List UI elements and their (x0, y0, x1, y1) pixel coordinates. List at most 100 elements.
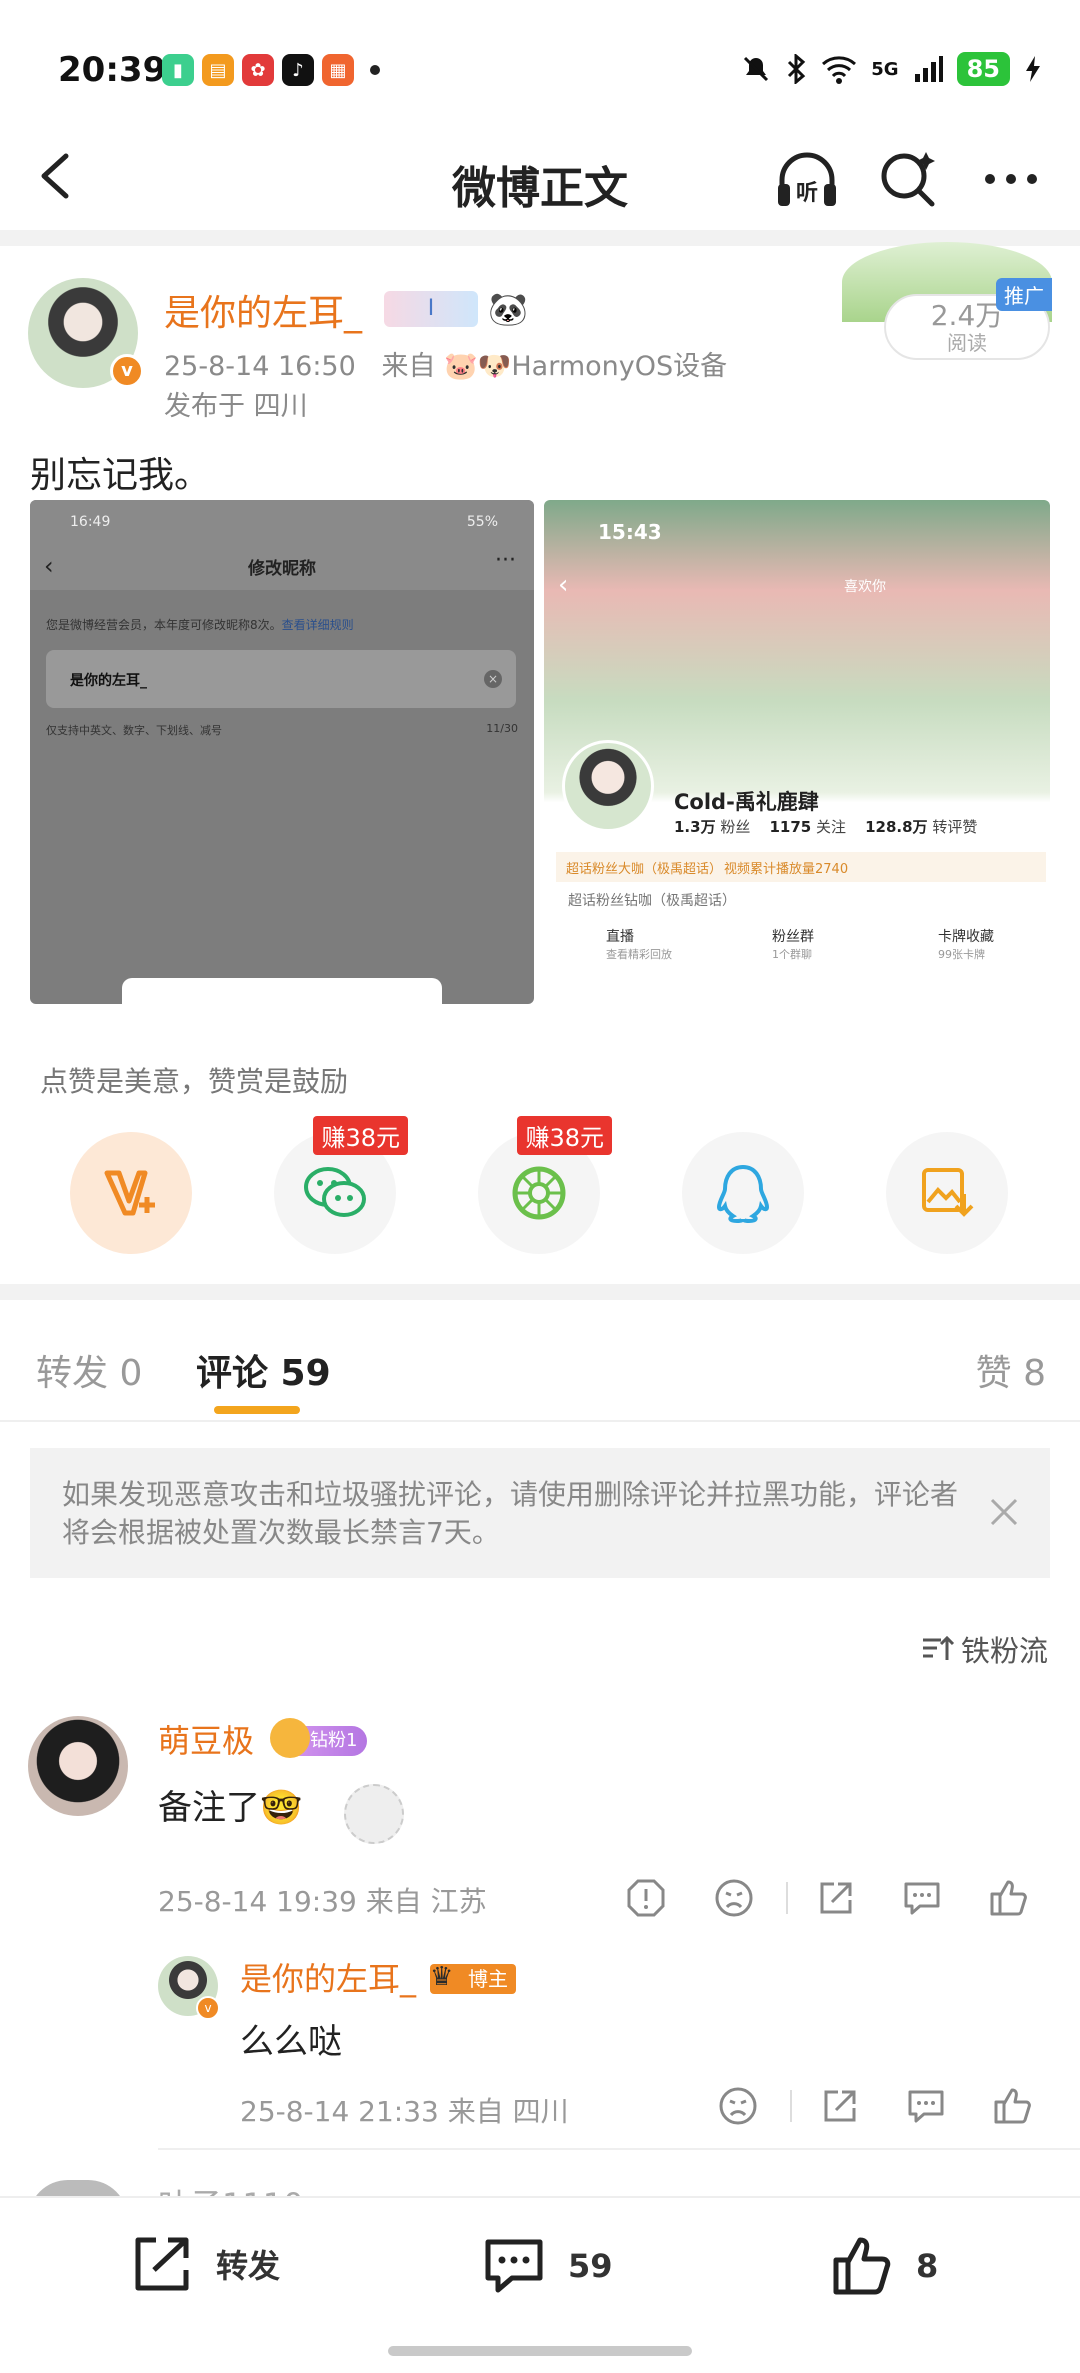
image2-cell: 直播 查看精彩回放 (606, 926, 672, 962)
action-separator (786, 1882, 788, 1914)
reply-name[interactable]: 是你的左耳_ (240, 1954, 416, 2000)
save-image-icon (922, 1168, 974, 1217)
image2-cell: 粉丝群 1个群聊 (772, 926, 814, 962)
reward-text: 点赞是美意，赞赏是鼓励 (40, 1065, 349, 1098)
image1-input-value: 是你的左耳_ (70, 673, 147, 689)
earn-tag: 赚38元 (517, 1116, 612, 1155)
fan-crown-icon (270, 1718, 310, 1758)
mute-icon (744, 56, 769, 82)
sort-icon (922, 1635, 955, 1660)
post-image-2[interactable]: 15:43 ‹ 喜欢你 Cold-禹礼鹿肆 1.3万 粉丝 1175 关注 12… (544, 500, 1050, 1004)
search-icon[interactable] (874, 144, 944, 214)
reply-icon[interactable] (906, 2086, 946, 2126)
comment-meta: 25-8-14 19:39 来自 江苏 (158, 1885, 487, 1918)
author-username[interactable]: 是你的左耳_ (164, 284, 362, 336)
vip-tag[interactable]: I (384, 291, 478, 327)
reply-icon[interactable] (902, 1878, 942, 1918)
save-image-button[interactable] (886, 1132, 1008, 1254)
share-icon[interactable] (816, 1878, 856, 1918)
svg-text:听: 听 (796, 181, 818, 206)
thumb-up-icon (833, 2237, 891, 2295)
notification-icons: ▮ ▤ ✿ ♪ ▦ (162, 54, 380, 86)
moments-icon (512, 1166, 566, 1220)
commenter-name[interactable]: 萌豆极 (158, 1716, 254, 1762)
reward-row: 赚38元 赚38元 (0, 1116, 1080, 1256)
tab-bar: 转发 0 评论 59 赞 8 (0, 1300, 1080, 1420)
panda-icon: 🐼 (488, 290, 528, 328)
image1-clear-icon: × (484, 670, 502, 688)
fan-badge[interactable]: 钻粉1 (270, 1718, 368, 1758)
home-indicator[interactable] (388, 2346, 692, 2356)
divider (0, 1420, 1080, 1422)
author-avatar[interactable]: v (28, 278, 144, 388)
nav-bar: 微博正文 听 (0, 130, 1080, 230)
qq-icon (716, 1164, 770, 1224)
tab-repost[interactable]: 转发 0 (36, 1344, 142, 1396)
share-wechat-button[interactable]: 赚38元 (274, 1116, 408, 1254)
dislike-face-icon[interactable] (718, 2086, 758, 2126)
post-image-1[interactable]: 16:49 55% ‹ 修改昵称 ··· 您是微博经营会员，本年度可修改昵称8次… (30, 500, 534, 1004)
tab-comment[interactable]: 评论 59 (196, 1344, 331, 1396)
image1-status-bar: 16:49 55% (30, 500, 534, 540)
image2-repost-label: 转评赞 (932, 818, 978, 836)
more-notifications-dot (370, 65, 380, 75)
report-icon[interactable] (626, 1878, 666, 1918)
reward-button[interactable] (70, 1132, 192, 1254)
section-gap (0, 1284, 1080, 1300)
image2-tags: 超话粉丝大咖（极禹超话） 视频累计播放量2740 (556, 852, 1046, 882)
image2-follow-label: 关注 (815, 818, 846, 836)
promo-tag[interactable]: 推广 (996, 278, 1052, 311)
promote-widget[interactable]: 2.4万 阅读 推广 (842, 242, 1052, 362)
author-badges: I 🐼 (384, 290, 528, 328)
image2-cell-title: 直播 (606, 929, 634, 945)
image1-nav: ‹ 修改昵称 ··· (30, 540, 534, 590)
image2-back-icon: ‹ (558, 570, 569, 600)
commenter-avatar[interactable] (28, 1716, 128, 1816)
more-icon[interactable] (976, 144, 1046, 214)
like-icon[interactable] (988, 1878, 1028, 1918)
comment-count: 59 (568, 2247, 613, 2285)
comment-divider (158, 2148, 1080, 2150)
repost-label: 转发 (216, 2247, 281, 2285)
image1-battery: 55% (466, 514, 498, 530)
image1-tip: 您是微博经营会员，本年度可修改昵称8次。查看详细规则 (46, 616, 354, 633)
sort-button[interactable]: 铁粉流 (921, 1628, 1048, 1670)
tiktok-icon: ♪ (282, 54, 314, 86)
image1-more-icon: ··· (495, 548, 516, 573)
like-button[interactable]: 8 (830, 2234, 938, 2298)
like-icon[interactable] (992, 2086, 1032, 2126)
image2-repost-num: 128.8万 (865, 818, 928, 836)
network-label: 5G (871, 58, 899, 80)
image2-tag: 超话粉丝钻咖（极禹超话） (568, 893, 736, 909)
dislike-face-icon[interactable] (714, 1878, 754, 1918)
image1-rule: 仅支持中英文、数字、下划线、减号 (46, 724, 222, 737)
wechat-icon (304, 1167, 366, 1217)
repost-button[interactable]: 转发 (130, 2234, 280, 2294)
status-time: 20:39 (58, 50, 167, 90)
host-badge-label: 博主 (468, 1967, 508, 1991)
post-text: 别忘记我。 (30, 455, 211, 496)
headphone-listen-icon[interactable]: 听 (772, 144, 842, 214)
close-icon[interactable] (986, 1494, 1022, 1530)
image2-fans-label: 粉丝 (720, 818, 751, 836)
image1-tip-link: 查看详细规则 (281, 618, 354, 632)
share-moments-button[interactable]: 赚38元 (478, 1116, 612, 1254)
notice-text: 如果发现恶意攻击和垃圾骚扰评论，请使用删除评论并拉黑功能，评论者将会根据被处置次… (62, 1478, 959, 1549)
share-icon[interactable] (820, 2086, 860, 2126)
image2-cell-sub: 1个群聊 (772, 948, 812, 961)
share-qq-button[interactable] (682, 1132, 804, 1254)
repost-icon (135, 2237, 189, 2291)
app-notification-icon: ▦ (322, 54, 354, 86)
bottom-action-bar: 转发 59 8 (0, 2196, 1080, 2373)
reply-meta: 25-8-14 21:33 来自 四川 (240, 2095, 569, 2128)
image2-fans-num: 1.3万 (674, 818, 716, 836)
tab-like[interactable]: 赞 8 (976, 1344, 1046, 1396)
host-badge: ♛ 博主 (430, 1962, 516, 1994)
reply-text: 么么哒 (240, 2022, 342, 2062)
battery-indicator: 85 (956, 52, 1010, 86)
earn-tag: 赚38元 (313, 1116, 408, 1155)
charging-icon (1026, 56, 1040, 82)
image1-tip-text: 您是微博经营会员，本年度可修改昵称8次。 (46, 618, 282, 632)
comment-button[interactable]: 59 (482, 2234, 613, 2298)
image1-counter: 11/30 (486, 722, 518, 735)
